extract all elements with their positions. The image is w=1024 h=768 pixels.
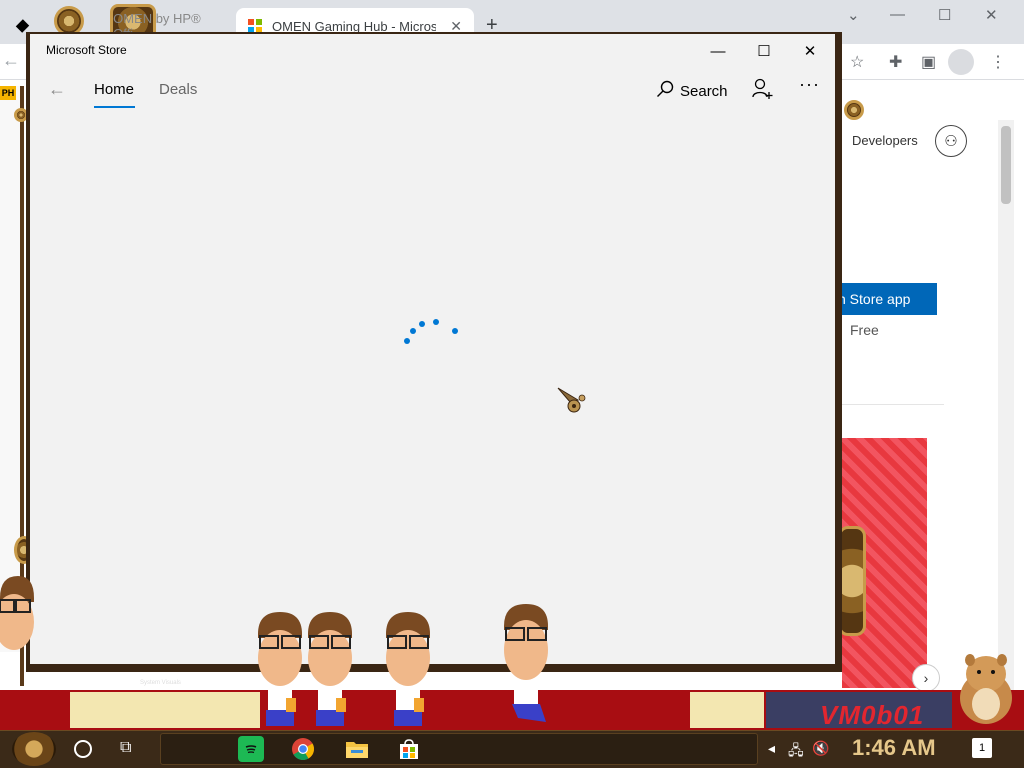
close-button[interactable]: ✕ (790, 40, 830, 62)
store-favicon-icon (248, 19, 262, 33)
back-arrow-icon[interactable]: ← (2, 50, 20, 71)
bookmark-star-icon[interactable]: ☆ (850, 52, 864, 72)
maximize-icon[interactable]: ☐ (938, 6, 951, 24)
network-icon[interactable]: 🖧 (788, 740, 804, 764)
omen-favicon-icon (15, 19, 30, 33)
widget-label: System Visuals (140, 680, 181, 686)
loading-dot (433, 319, 439, 325)
tray-overflow-icon[interactable]: ◂ (768, 740, 775, 757)
price-label: Free (850, 322, 879, 338)
search-button[interactable]: Search (656, 80, 728, 102)
file-explorer-icon[interactable] (344, 736, 370, 762)
vm-watermark: VM0b01 (820, 700, 925, 730)
store-icon[interactable] (396, 736, 422, 762)
tab-search-icon[interactable]: ⌄ (847, 6, 860, 24)
desktop-panel (690, 692, 764, 728)
cartoon-character-icon (258, 612, 302, 726)
gear-decoration-icon (844, 100, 864, 120)
cortana-search-icon[interactable] (74, 740, 92, 758)
loading-dot (410, 328, 416, 334)
spotify-icon[interactable] (238, 736, 264, 762)
close-icon[interactable]: ✕ (985, 6, 998, 24)
cartoon-character-icon (386, 612, 430, 726)
page-scrollbar[interactable] (998, 120, 1014, 690)
window-title: Microsoft Store (46, 43, 127, 57)
minimize-icon[interactable]: — (890, 6, 905, 23)
extensions-puzzle-icon[interactable]: ✚ (889, 52, 902, 72)
task-view-icon[interactable]: ⧉ (120, 739, 131, 757)
minimize-button[interactable]: — (698, 40, 738, 62)
steampunk-cursor-icon (557, 387, 586, 413)
chrome-menu-icon[interactable]: ⋮ (990, 52, 1006, 72)
hamster-icon (960, 654, 1012, 724)
get-in-store-app-button[interactable]: n Store app (834, 283, 937, 315)
loading-dot (452, 328, 458, 334)
start-button[interactable] (12, 732, 56, 766)
carousel-next-button[interactable]: › (912, 664, 940, 692)
profile-avatar[interactable] (948, 49, 974, 75)
sign-in-icon[interactable]: ⚇ (935, 125, 967, 157)
search-icon (656, 80, 674, 102)
tab-home[interactable]: Home (94, 81, 134, 98)
page-scrollbar-thumb[interactable] (1001, 126, 1011, 204)
taskbar-clock[interactable]: 1:46 AM (852, 735, 936, 761)
account-add-icon[interactable] (752, 78, 774, 105)
loading-dot (419, 321, 425, 327)
more-options-button[interactable]: ··· (799, 74, 820, 95)
active-tab-indicator (94, 106, 135, 108)
side-panel-icon[interactable]: ▣ (921, 52, 936, 72)
loading-dot (404, 338, 410, 344)
notification-center-icon[interactable]: 1 (972, 738, 992, 758)
notification-count: 1 (978, 742, 986, 754)
microsoft-store-window: Microsoft Store — ☐ ✕ ← Home Deals Searc… (30, 34, 835, 664)
chrome-icon[interactable] (290, 736, 316, 762)
search-label: Search (680, 82, 728, 100)
cartoon-character-icon (0, 576, 34, 686)
ph-logo-icon: PH (0, 86, 16, 100)
cartoon-character-icon (504, 604, 548, 722)
gear-decoration-icon (838, 526, 866, 636)
desktop-panel (70, 692, 260, 728)
nav-link-developers[interactable]: Developers (852, 133, 918, 148)
maximize-button[interactable]: ☐ (744, 40, 784, 62)
cartoon-character-icon (308, 612, 352, 726)
tab-deals[interactable]: Deals (159, 81, 197, 98)
back-arrow-icon[interactable]: ← (48, 79, 66, 100)
volume-muted-icon[interactable]: 🔇 (812, 740, 829, 757)
divider (842, 404, 944, 405)
